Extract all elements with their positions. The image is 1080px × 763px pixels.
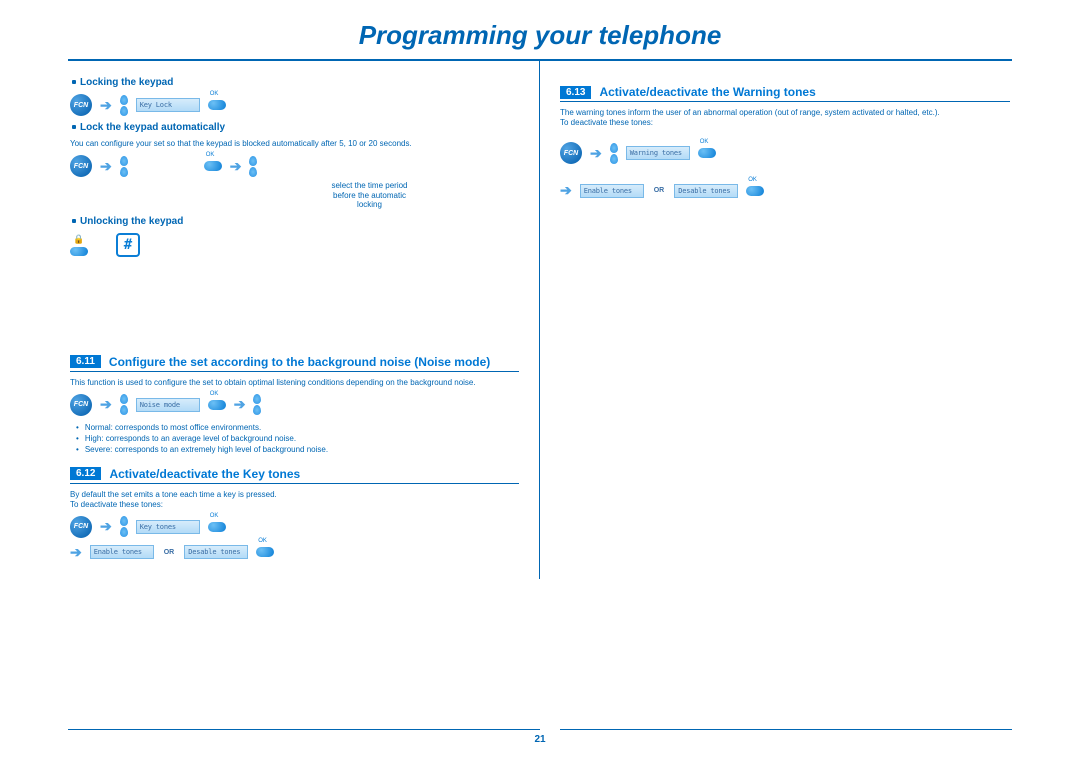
- sec-title: Configure the set according to the backg…: [109, 355, 490, 369]
- fcn-button-icon: FCN: [560, 142, 582, 164]
- mode-severe: Severe: corresponds to an extremely high…: [76, 444, 519, 455]
- sec-num: 6.12: [70, 467, 101, 480]
- ok-button-icon: [698, 148, 716, 158]
- arrow-icon: ➔: [100, 158, 112, 175]
- nav-icon: [610, 143, 618, 164]
- arrow-icon: ➔: [100, 97, 112, 114]
- sec-num: 6.13: [560, 86, 591, 99]
- nav-icon: [253, 394, 261, 415]
- arrow-icon: ➔: [100, 518, 112, 535]
- section-6-12: 6.12 Activate/deactivate the Key tones: [70, 467, 519, 484]
- ok-button-icon: [204, 161, 222, 171]
- section-6-11: 6.11 Configure the set according to the …: [70, 355, 519, 372]
- subhead-unlock: Unlocking the keypad: [70, 216, 519, 227]
- modes-list: Normal: corresponds to most office envir…: [76, 422, 519, 455]
- fcn-button-icon: FCN: [70, 94, 92, 116]
- arrow-icon: ➔: [590, 145, 602, 162]
- arrow-icon: ➔: [70, 544, 82, 561]
- arrow-icon: ➔: [560, 182, 572, 199]
- nav-icon: [120, 394, 128, 415]
- mode-high: High: corresponds to an average level of…: [76, 433, 519, 444]
- bottom-rule-left: [68, 729, 540, 730]
- sec-title: Activate/deactivate the Warning tones: [599, 85, 815, 99]
- or-label: OR: [162, 549, 177, 556]
- ok-button-icon: [208, 400, 226, 410]
- page-number: 21: [534, 734, 545, 745]
- sec-title: Activate/deactivate the Key tones: [109, 467, 300, 481]
- arrow-icon: ➔: [100, 396, 112, 413]
- ok-button-icon: [256, 547, 274, 557]
- sec611-body: This function is used to configure the s…: [70, 378, 519, 388]
- left-column: Locking the keypad FCN ➔ Key Lock Lock t…: [50, 61, 540, 579]
- screen-keylock: Key Lock: [136, 98, 200, 112]
- ok-button-icon: [746, 186, 764, 196]
- sec613-body2: To deactivate these tones:: [560, 118, 1010, 128]
- screen-warning: Warning tones: [626, 146, 690, 160]
- bottom-rule-right: [560, 729, 1012, 730]
- sec-num: 6.11: [70, 355, 101, 368]
- mode-normal: Normal: corresponds to most office envir…: [76, 422, 519, 433]
- lock-icon: 🔒: [70, 234, 88, 256]
- right-column: 6.13 Activate/deactivate the Warning ton…: [540, 61, 1030, 579]
- screen-keytones: Key tones: [136, 520, 200, 534]
- section-6-13: 6.13 Activate/deactivate the Warning ton…: [560, 85, 1010, 102]
- or-label: OR: [652, 187, 667, 194]
- hash-key-icon: #: [116, 233, 140, 257]
- subhead-locking: Locking the keypad: [70, 77, 519, 88]
- subhead-autolock: Lock the keypad automatically: [70, 122, 519, 133]
- fcn-button-icon: FCN: [70, 394, 92, 416]
- screen-disable: Desable tones: [184, 545, 248, 559]
- nav-icon: [249, 156, 257, 177]
- arrow-icon: ➔: [234, 396, 246, 413]
- arrow-icon: ➔: [230, 158, 242, 175]
- sec612-body1: By default the set emits a tone each tim…: [70, 490, 519, 500]
- screen-enable: Enable tones: [580, 184, 644, 198]
- fcn-button-icon: FCN: [70, 155, 92, 177]
- autolock-body: You can configure your set so that the k…: [70, 139, 519, 149]
- nav-icon: [120, 156, 128, 177]
- ok-button-icon: [208, 522, 226, 532]
- nav-icon: [120, 95, 128, 116]
- page-title: Programming your telephone: [0, 0, 1080, 51]
- nav-icon: [120, 516, 128, 537]
- autolock-note: select the time period before the automa…: [330, 181, 410, 210]
- screen-enable: Enable tones: [90, 545, 154, 559]
- fcn-button-icon: FCN: [70, 516, 92, 538]
- ok-button-icon: [208, 100, 226, 110]
- screen-noise: Noise mode: [136, 398, 200, 412]
- sec613-body1: The warning tones inform the user of an …: [560, 108, 1010, 118]
- screen-disable: Desable tones: [674, 184, 738, 198]
- sec612-body2: To deactivate these tones:: [70, 500, 519, 510]
